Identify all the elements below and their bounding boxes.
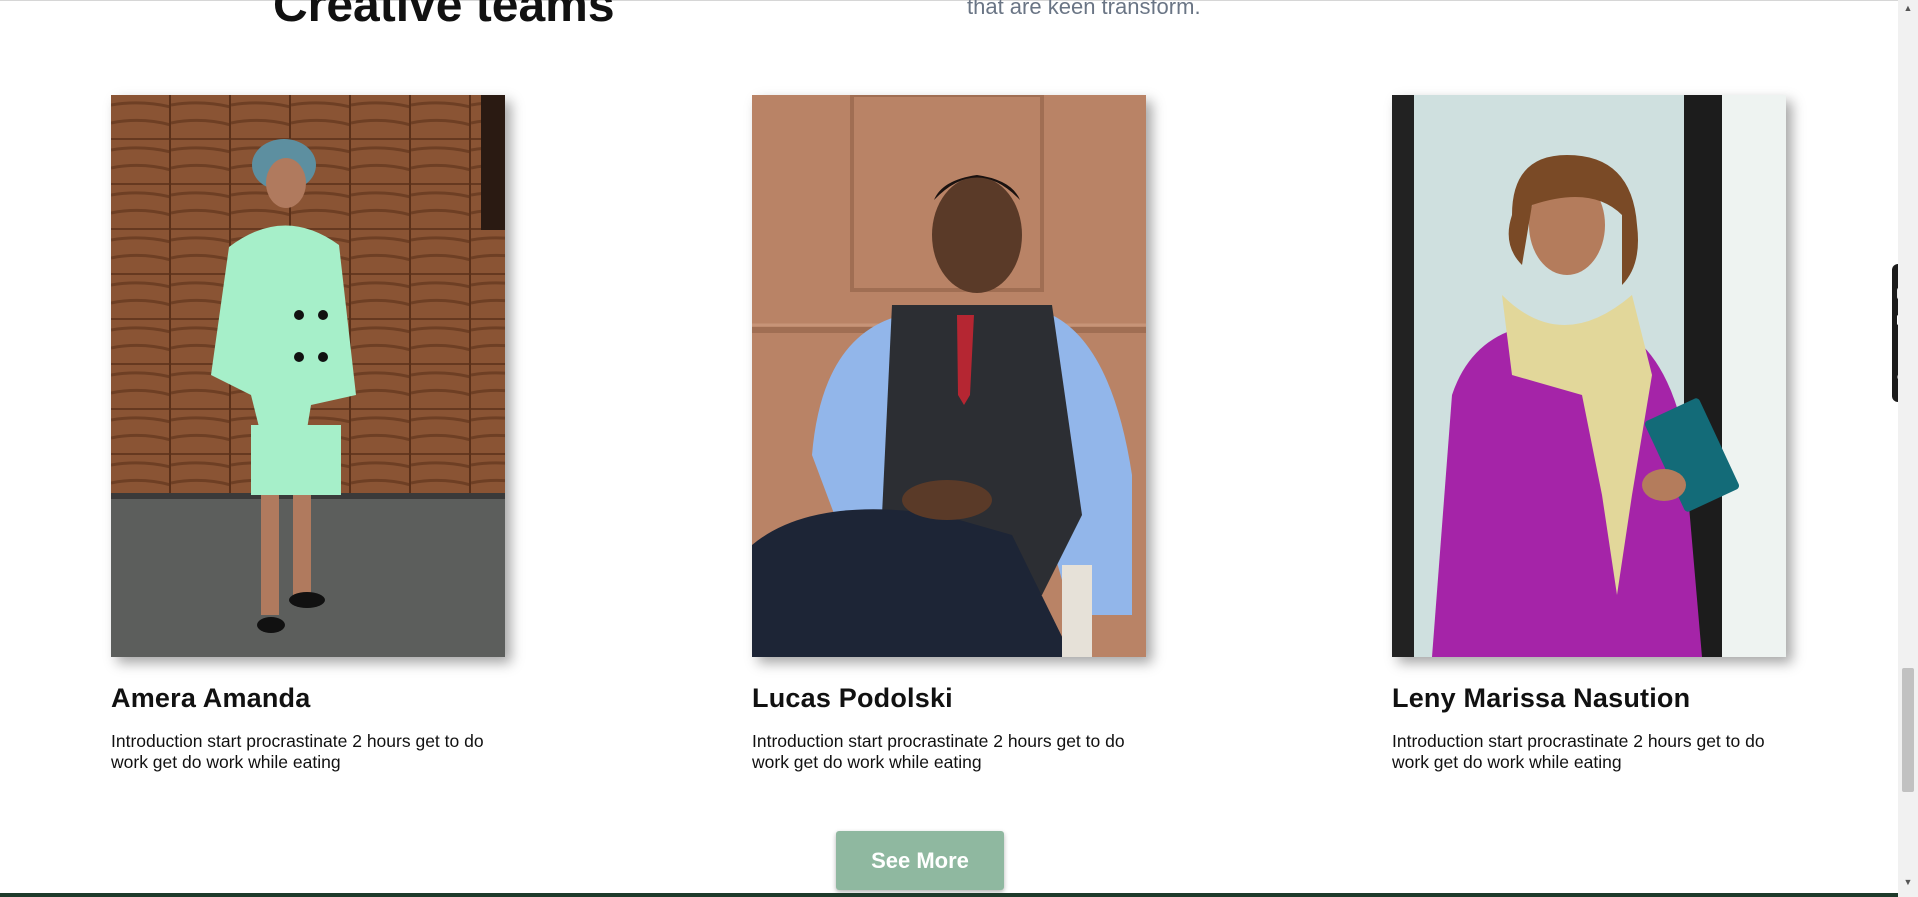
team-member-card: Lucas Podolski Introduction start procra… xyxy=(752,95,1146,773)
section-subtitle: that are keen transform. xyxy=(967,0,1201,19)
team-member-description: Introduction start procrastinate 2 hours… xyxy=(111,731,484,772)
scroll-thumb[interactable] xyxy=(1902,668,1914,792)
team-member-photo xyxy=(752,95,1146,657)
scroll-up-arrow-icon[interactable]: ▲ xyxy=(1902,2,1914,14)
team-member-name: Amera Amanda xyxy=(111,683,311,713)
see-more-button[interactable]: See More xyxy=(836,831,1004,890)
footer-edge xyxy=(0,893,1898,897)
team-member-card: Leny Marissa Nasution Introduction start… xyxy=(1392,95,1786,773)
team-member-name: Lucas Podolski xyxy=(752,683,953,713)
section-title: Creative teams xyxy=(273,0,615,32)
woman-in-mint-suit-image xyxy=(111,95,505,657)
scroll-down-arrow-icon[interactable]: ▼ xyxy=(1902,876,1914,888)
team-member-photo xyxy=(111,95,505,657)
page-scrollbar[interactable]: ▲ ▼ xyxy=(1898,0,1918,897)
team-member-description: Introduction start procrastinate 2 hours… xyxy=(1392,731,1765,772)
man-in-vest-image xyxy=(752,95,1146,657)
team-member-name: Leny Marissa Nasution xyxy=(1392,683,1691,713)
team-member-description: Introduction start procrastinate 2 hours… xyxy=(752,731,1125,772)
team-member-photo xyxy=(1392,95,1786,657)
team-member-card: Amera Amanda Introduction start procrast… xyxy=(111,95,505,773)
woman-in-purple-dress-image xyxy=(1392,95,1786,657)
